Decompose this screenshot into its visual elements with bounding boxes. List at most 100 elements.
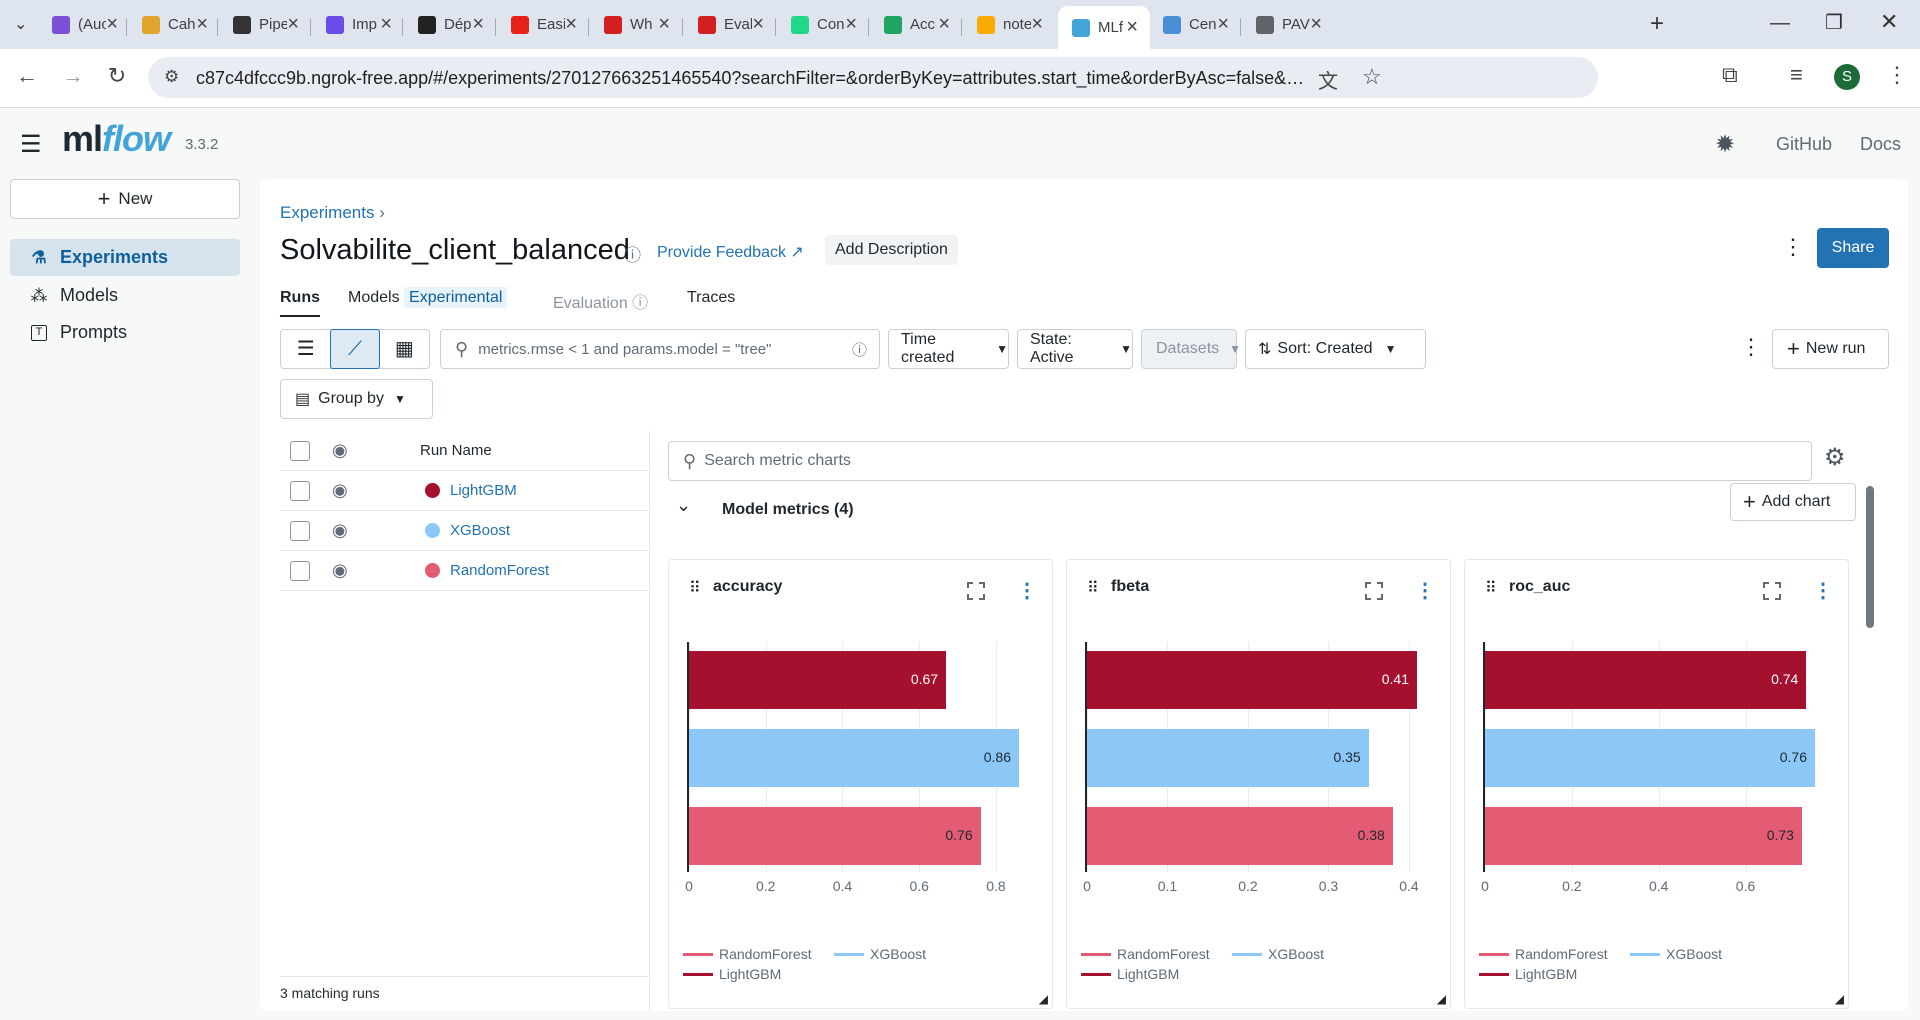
close-tab-icon[interactable]: × [472,13,484,36]
docs-link[interactable]: Docs [1860,134,1901,155]
restore-icon[interactable]: ❐ [1825,10,1843,35]
close-tab-icon[interactable]: × [1031,13,1043,36]
scrollbar-thumb[interactable] [1866,486,1874,628]
close-tab-icon[interactable]: × [106,13,118,36]
close-tab-icon[interactable]: × [287,13,299,36]
sort-dropdown[interactable]: ⇅ Sort: Created ▼ [1245,329,1426,369]
reload-icon[interactable]: ↻ [102,63,132,89]
extensions-icon[interactable]: ⧉ [1722,62,1738,88]
resize-handle-icon[interactable]: ◢ [1437,992,1446,1006]
visibility-icon[interactable]: ◉ [332,480,348,501]
legend-entry[interactable]: XGBoost [1630,946,1722,962]
add-chart-button[interactable]: + Add chart [1730,483,1856,521]
legend-entry[interactable]: XGBoost [1232,946,1324,962]
browser-tab[interactable]: Pipe × [219,8,311,41]
chart-view-icon[interactable]: ⟋ [330,329,380,369]
search-metric-charts-input[interactable]: ⚲ Search metric charts [668,441,1812,481]
browser-tab[interactable]: MLf × [1058,6,1150,49]
provide-feedback-link[interactable]: Provide Feedback ↗ [657,242,804,262]
run-color-dot[interactable] [425,523,440,538]
close-window-icon[interactable]: ✕ [1880,9,1898,35]
browser-tab[interactable]: Acc × [870,8,962,41]
legend-entry[interactable]: LightGBM [683,966,781,982]
vertical-scrollbar[interactable] [1864,431,1876,1011]
state-dropdown[interactable]: State: Active ▼ [1017,329,1133,369]
legend-entry[interactable]: RandomForest [1081,946,1210,962]
breadcrumb-experiments[interactable]: Experiments [280,203,374,222]
drag-handle-icon[interactable]: ⠿ [1485,578,1497,598]
collapse-section-chevron-icon[interactable]: ⌄ [676,495,691,516]
close-tab-icon[interactable]: × [1310,13,1322,36]
close-tab-icon[interactable]: × [196,13,208,36]
hamburger-menu-icon[interactable]: ☰ [20,130,42,159]
media-control-icon[interactable]: ≡ [1790,62,1803,88]
close-tab-icon[interactable]: × [1126,16,1138,39]
mlflow-logo[interactable]: mlflow [62,118,171,160]
new-run-button[interactable]: + New run [1772,329,1889,369]
omnibox[interactable]: ⚙ c87c4dfccc9b.ngrok-free.app/#/experime… [148,57,1598,98]
drag-handle-icon[interactable]: ⠿ [1087,578,1099,598]
legend-entry[interactable]: LightGBM [1081,966,1179,982]
tab-runs[interactable]: Runs [280,289,320,317]
tab-models[interactable]: Models Experimental [348,287,508,308]
run-name-link[interactable]: RandomForest [450,562,549,579]
chart-menu-icon[interactable]: ⋮ [1415,578,1435,603]
chart-settings-gear-icon[interactable]: ⚙ [1824,443,1846,472]
experiment-menu-icon[interactable]: ⋮ [1782,234,1804,260]
row-checkbox[interactable] [290,480,310,501]
list-view-icon[interactable]: ☰ [281,330,330,368]
resize-handle-icon[interactable]: ◢ [1835,992,1844,1006]
legend-entry[interactable]: XGBoost [834,946,926,962]
visibility-icon[interactable]: ◉ [332,560,348,581]
site-info-icon[interactable]: ⚙ [164,67,179,87]
share-button[interactable]: Share [1817,228,1889,268]
fullscreen-icon[interactable] [967,582,985,600]
browser-tab[interactable]: Wh × [590,8,682,41]
browser-tab[interactable]: Imp × [312,8,404,41]
row-checkbox[interactable] [290,520,310,541]
close-tab-icon[interactable]: × [938,13,950,36]
close-tab-icon[interactable]: × [565,13,577,36]
table-row[interactable]: ◉ LightGBM [280,471,650,511]
back-icon[interactable]: ← [12,63,42,89]
breadcrumb[interactable]: Experiments › [280,203,385,223]
chart-menu-icon[interactable]: ⋮ [1813,578,1833,603]
close-tab-icon[interactable]: × [658,13,670,36]
browser-tab[interactable]: Easi × [497,8,589,41]
sidebar-item-models[interactable]: ⁂ Models [10,277,240,314]
legend-entry[interactable]: LightGBM [1479,966,1577,982]
tab-traces[interactable]: Traces [687,289,735,307]
info-icon[interactable]: ⓘ [852,339,867,360]
run-name-link[interactable]: XGBoost [450,522,510,539]
browser-tab[interactable]: Cah × [128,8,220,41]
close-tab-icon[interactable]: × [1217,13,1229,36]
browser-tab[interactable]: PAV × [1242,8,1334,41]
info-icon[interactable]: ⓘ [624,241,641,266]
browser-tab[interactable]: note × [963,8,1055,41]
drag-handle-icon[interactable]: ⠿ [689,578,701,598]
select-all-checkbox[interactable] [290,440,310,461]
close-tab-icon[interactable]: × [752,13,764,36]
run-name-header[interactable]: Run Name [420,442,492,459]
tab-evaluation[interactable]: Evaluation ⓘ [553,289,648,313]
legend-entry[interactable]: RandomForest [683,946,812,962]
close-tab-icon[interactable]: × [845,13,857,36]
url-text[interactable]: c87c4dfccc9b.ngrok-free.app/#/experiment… [196,68,1306,89]
visibility-icon[interactable]: ◉ [332,520,348,541]
table-row[interactable]: ◉ XGBoost [280,511,650,551]
github-link[interactable]: GitHub [1776,134,1832,155]
fullscreen-icon[interactable] [1763,582,1781,600]
new-button[interactable]: + New [10,179,240,219]
new-tab-icon[interactable]: + [1650,10,1664,38]
datasets-dropdown[interactable]: Datasets ▼ [1141,329,1241,369]
profile-avatar[interactable]: S [1834,64,1860,90]
translate-icon[interactable]: 文 [1318,65,1338,94]
time-created-dropdown[interactable]: Time created ▼ [888,329,1009,369]
browser-tab[interactable]: Eval × [684,8,776,41]
forward-icon[interactable]: → [58,63,88,89]
group-by-dropdown[interactable]: ▤ Group by ▼ [280,379,433,419]
visibility-icon[interactable]: ◉ [332,440,348,461]
add-description-button[interactable]: Add Description [825,235,958,265]
toolbar-menu-icon[interactable]: ⋮ [1740,334,1762,360]
theme-toggle-icon[interactable]: ✹ [1715,130,1735,159]
